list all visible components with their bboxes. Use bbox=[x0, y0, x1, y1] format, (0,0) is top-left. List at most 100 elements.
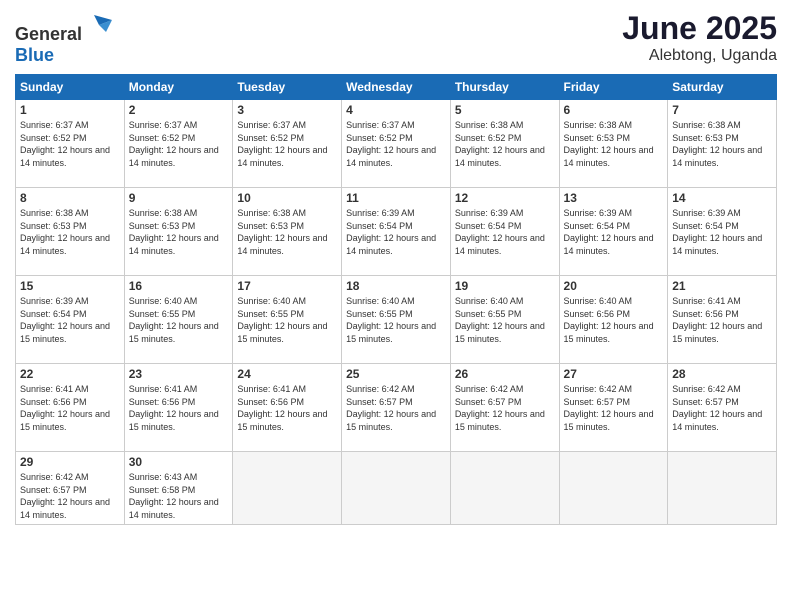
table-row: 17 Sunrise: 6:40 AMSunset: 6:55 PMDayligh… bbox=[233, 276, 342, 364]
day-number: 4 bbox=[346, 103, 446, 117]
day-info: Sunrise: 6:39 AMSunset: 6:54 PMDaylight:… bbox=[20, 295, 120, 345]
day-number: 21 bbox=[672, 279, 772, 293]
table-row: 15 Sunrise: 6:39 AMSunset: 6:54 PMDayligh… bbox=[16, 276, 125, 364]
day-number: 3 bbox=[237, 103, 337, 117]
day-number: 25 bbox=[346, 367, 446, 381]
table-row: 6Sunrise: 6:38 AMSunset: 6:53 PMDaylight… bbox=[559, 100, 668, 188]
title-block: June 2025 Alebtong, Uganda bbox=[622, 10, 777, 65]
day-info: Sunrise: 6:41 AMSunset: 6:56 PMDaylight:… bbox=[129, 383, 229, 433]
day-number: 29 bbox=[20, 455, 120, 469]
table-row: 12 Sunrise: 6:39 AMSunset: 6:54 PMDayligh… bbox=[450, 188, 559, 276]
page: General Blue June 2025 Alebtong, Uganda … bbox=[0, 0, 792, 612]
day-info: Sunrise: 6:42 AMSunset: 6:57 PMDaylight:… bbox=[455, 383, 555, 433]
day-info: Sunrise: 6:40 AMSunset: 6:56 PMDaylight:… bbox=[564, 295, 664, 345]
day-number: 26 bbox=[455, 367, 555, 381]
header: General Blue June 2025 Alebtong, Uganda bbox=[15, 10, 777, 66]
day-number: 15 bbox=[20, 279, 120, 293]
table-row: 4 Sunrise: 6:37 AMSunset: 6:52 PMDaylight… bbox=[342, 100, 451, 188]
location-title: Alebtong, Uganda bbox=[622, 47, 777, 65]
day-info: Sunrise: 6:37 AMSunset: 6:52 PMDaylight:… bbox=[237, 119, 337, 169]
day-number: 20 bbox=[564, 279, 664, 293]
day-info: Sunrise: 6:37 AMSunset: 6:52 PMDaylight:… bbox=[20, 119, 120, 169]
table-row: 24Sunrise: 6:41 AMSunset: 6:56 PMDayligh… bbox=[233, 364, 342, 452]
table-row: 25 Sunrise: 6:42 AMSunset: 6:57 PMDayligh… bbox=[342, 364, 451, 452]
col-tuesday: Tuesday bbox=[233, 75, 342, 100]
day-number: 5 bbox=[455, 103, 555, 117]
table-row: 23 Sunrise: 6:41 AMSunset: 6:56 PMDayligh… bbox=[124, 364, 233, 452]
day-number: 7 bbox=[672, 103, 772, 117]
day-info: Sunrise: 6:38 AMSunset: 6:53 PMDaylight:… bbox=[129, 207, 229, 257]
day-info: Sunrise: 6:39 AMSunset: 6:54 PMDaylight:… bbox=[564, 207, 664, 257]
day-number: 12 bbox=[455, 191, 555, 205]
table-row: 3 Sunrise: 6:37 AMSunset: 6:52 PMDaylight… bbox=[233, 100, 342, 188]
table-row: 2 Sunrise: 6:37 AMSunset: 6:52 PMDaylight… bbox=[124, 100, 233, 188]
day-info: Sunrise: 6:40 AMSunset: 6:55 PMDaylight:… bbox=[129, 295, 229, 345]
day-number: 9 bbox=[129, 191, 229, 205]
table-row: 20 Sunrise: 6:40 AMSunset: 6:56 PMDayligh… bbox=[559, 276, 668, 364]
day-info: Sunrise: 6:40 AMSunset: 6:55 PMDaylight:… bbox=[455, 295, 555, 345]
day-number: 17 bbox=[237, 279, 337, 293]
day-info: Sunrise: 6:39 AMSunset: 6:54 PMDaylight:… bbox=[672, 207, 772, 257]
table-row: 22Sunrise: 6:41 AMSunset: 6:56 PMDayligh… bbox=[16, 364, 125, 452]
day-info: Sunrise: 6:41 AMSunset: 6:56 PMDaylight:… bbox=[672, 295, 772, 345]
col-sunday: Sunday bbox=[16, 75, 125, 100]
day-number: 16 bbox=[129, 279, 229, 293]
day-info: Sunrise: 6:40 AMSunset: 6:55 PMDaylight:… bbox=[237, 295, 337, 345]
day-number: 19 bbox=[455, 279, 555, 293]
day-info: Sunrise: 6:41 AMSunset: 6:56 PMDaylight:… bbox=[237, 383, 337, 433]
table-row: 28Sunrise: 6:42 AMSunset: 6:57 PMDayligh… bbox=[668, 364, 777, 452]
day-number: 23 bbox=[129, 367, 229, 381]
day-number: 13 bbox=[564, 191, 664, 205]
col-monday: Monday bbox=[124, 75, 233, 100]
day-number: 10 bbox=[237, 191, 337, 205]
table-row: 13 Sunrise: 6:39 AMSunset: 6:54 PMDayligh… bbox=[559, 188, 668, 276]
day-number: 6 bbox=[564, 103, 664, 117]
day-info: Sunrise: 6:38 AMSunset: 6:52 PMDaylight:… bbox=[455, 119, 555, 169]
day-info: Sunrise: 6:37 AMSunset: 6:52 PMDaylight:… bbox=[346, 119, 446, 169]
table-row: 5 Sunrise: 6:38 AMSunset: 6:52 PMDaylight… bbox=[450, 100, 559, 188]
table-row: 29 Sunrise: 6:42 AMSunset: 6:57 PMDayligh… bbox=[16, 452, 125, 525]
table-row: 19 Sunrise: 6:40 AMSunset: 6:55 PMDayligh… bbox=[450, 276, 559, 364]
table-row: 21 Sunrise: 6:41 AMSunset: 6:56 PMDayligh… bbox=[668, 276, 777, 364]
table-row bbox=[668, 452, 777, 525]
day-info: Sunrise: 6:42 AMSunset: 6:57 PMDaylight:… bbox=[346, 383, 446, 433]
day-number: 18 bbox=[346, 279, 446, 293]
col-thursday: Thursday bbox=[450, 75, 559, 100]
table-row: 18 Sunrise: 6:40 AMSunset: 6:55 PMDayligh… bbox=[342, 276, 451, 364]
logo-blue: Blue bbox=[15, 45, 54, 65]
logo-text: General Blue bbox=[15, 10, 114, 66]
day-number: 30 bbox=[129, 455, 229, 469]
logo-bird-icon bbox=[84, 10, 114, 40]
table-row: 11 Sunrise: 6:39 AMSunset: 6:54 PMDayligh… bbox=[342, 188, 451, 276]
table-row: 1Sunrise: 6:37 AMSunset: 6:52 PMDaylight… bbox=[16, 100, 125, 188]
table-row: 8Sunrise: 6:38 AMSunset: 6:53 PMDaylight… bbox=[16, 188, 125, 276]
table-row: 9 Sunrise: 6:38 AMSunset: 6:53 PMDaylight… bbox=[124, 188, 233, 276]
day-info: Sunrise: 6:38 AMSunset: 6:53 PMDaylight:… bbox=[237, 207, 337, 257]
day-info: Sunrise: 6:41 AMSunset: 6:56 PMDaylight:… bbox=[20, 383, 120, 433]
table-row bbox=[450, 452, 559, 525]
col-saturday: Saturday bbox=[668, 75, 777, 100]
table-row: 27Sunrise: 6:42 AMSunset: 6:57 PMDayligh… bbox=[559, 364, 668, 452]
day-number: 2 bbox=[129, 103, 229, 117]
day-info: Sunrise: 6:38 AMSunset: 6:53 PMDaylight:… bbox=[672, 119, 772, 169]
table-row bbox=[559, 452, 668, 525]
day-info: Sunrise: 6:39 AMSunset: 6:54 PMDaylight:… bbox=[455, 207, 555, 257]
day-info: Sunrise: 6:42 AMSunset: 6:57 PMDaylight:… bbox=[564, 383, 664, 433]
table-row: 30Sunrise: 6:43 AMSunset: 6:58 PMDayligh… bbox=[124, 452, 233, 525]
calendar-table: Sunday Monday Tuesday Wednesday Thursday… bbox=[15, 74, 777, 525]
day-number: 11 bbox=[346, 191, 446, 205]
table-row: 26 Sunrise: 6:42 AMSunset: 6:57 PMDayligh… bbox=[450, 364, 559, 452]
calendar-body: 1Sunrise: 6:37 AMSunset: 6:52 PMDaylight… bbox=[16, 100, 777, 525]
col-friday: Friday bbox=[559, 75, 668, 100]
calendar-header-row: Sunday Monday Tuesday Wednesday Thursday… bbox=[16, 75, 777, 100]
day-info: Sunrise: 6:37 AMSunset: 6:52 PMDaylight:… bbox=[129, 119, 229, 169]
day-info: Sunrise: 6:40 AMSunset: 6:55 PMDaylight:… bbox=[346, 295, 446, 345]
day-number: 28 bbox=[672, 367, 772, 381]
day-info: Sunrise: 6:42 AMSunset: 6:57 PMDaylight:… bbox=[20, 471, 120, 521]
day-info: Sunrise: 6:38 AMSunset: 6:53 PMDaylight:… bbox=[20, 207, 120, 257]
month-title: June 2025 bbox=[622, 10, 777, 47]
day-info: Sunrise: 6:39 AMSunset: 6:54 PMDaylight:… bbox=[346, 207, 446, 257]
table-row: 16 Sunrise: 6:40 AMSunset: 6:55 PMDayligh… bbox=[124, 276, 233, 364]
table-row bbox=[342, 452, 451, 525]
table-row: 10 Sunrise: 6:38 AMSunset: 6:53 PMDayligh… bbox=[233, 188, 342, 276]
